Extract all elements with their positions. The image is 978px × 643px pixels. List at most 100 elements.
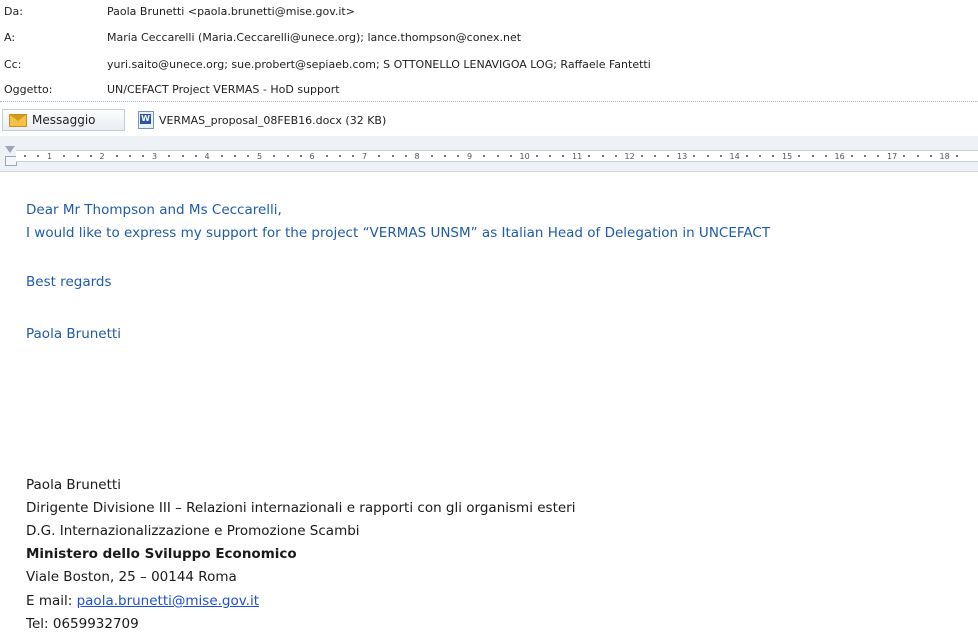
ruler-tick [549, 155, 551, 157]
ruler-tick [509, 155, 512, 157]
ruler-tick [142, 155, 144, 157]
subject-label: Oggetto: [4, 83, 53, 96]
ruler-tick [798, 155, 800, 157]
cc-row: Cc: yuri.saito@unece.org; sue.probert@se… [0, 55, 978, 75]
ruler-tick [286, 155, 289, 157]
ruler-tick [719, 155, 722, 157]
ruler-tick [824, 155, 827, 157]
ruler-tick [89, 155, 92, 157]
envelope-icon [9, 113, 27, 127]
ruler-tick [667, 155, 669, 157]
ruler-tick [378, 155, 380, 157]
ruler-number: 3 [152, 152, 158, 161]
ruler-number: 7 [362, 152, 368, 161]
ruler-tick [63, 155, 65, 157]
ruler-number: 15 [782, 152, 793, 161]
ruler-tick [181, 155, 184, 157]
indent-marker-icon[interactable] [5, 146, 17, 166]
ruler-tick [745, 155, 748, 157]
cc-value[interactable]: yuri.saito@unece.org; sue.probert@sepiae… [107, 58, 651, 71]
ruler-tick [654, 155, 656, 157]
ruler-tick [601, 155, 604, 157]
from-value[interactable]: Paola Brunetti <paola.brunetti@mise.gov.… [107, 5, 355, 18]
ruler-tick [457, 155, 459, 157]
ruler-tick [772, 155, 774, 157]
ruler-number: 4 [204, 152, 210, 161]
ruler-tick [325, 155, 328, 157]
ruler-number: 10 [519, 152, 530, 161]
ruler-tick [115, 155, 118, 157]
ruler-tick [562, 155, 564, 157]
email-label: E mail: [26, 593, 77, 609]
greeting-line: Dear Mr Thompson and Ms Ceccarelli, [26, 202, 282, 218]
attachment-label: VERMAS_proposal_08FEB16.docx (32 KB) [159, 113, 387, 127]
ruler-number: 5 [257, 152, 263, 161]
support-line: I would like to express my support for t… [26, 225, 771, 241]
signature-ministry: Ministero dello Sviluppo Economico [26, 546, 297, 562]
tab-message[interactable]: Messaggio [2, 109, 125, 131]
ruler-tick [76, 155, 79, 157]
ruler[interactable]: 1 2 3 4 5 6 7 8 9 10 11 12 13 14 15 16 17 18 [0, 136, 978, 172]
ruler-number: 1 [47, 152, 53, 161]
ruler-tick [864, 155, 866, 157]
ruler-number: 8 [414, 152, 420, 161]
subject-value: UN/CEFACT Project VERMAS - HoD support [107, 83, 340, 96]
ruler-tick [299, 155, 302, 157]
to-value[interactable]: Maria Ceccarelli (Maria.Ceccarelli@unece… [107, 31, 521, 44]
word-doc-icon: W [138, 111, 154, 129]
ruler-number: 18 [939, 152, 950, 161]
ruler-number: 14 [729, 152, 740, 161]
ruler-tick [234, 155, 236, 157]
ruler-tick [194, 155, 197, 157]
signature-dept: D.G. Internazionalizzazione e Promozione… [26, 523, 360, 539]
ruler-tick [430, 155, 433, 157]
signature-name: Paola Brunetti [26, 477, 121, 493]
ruler-tick [640, 155, 643, 157]
ruler-tick [706, 155, 709, 157]
signature-email-row: E mail: paola.brunetti@mise.gov.it [26, 593, 259, 609]
ruler-number: 6 [309, 152, 315, 161]
subject-row: Oggetto: UN/CEFACT Project VERMAS - HoD … [0, 80, 978, 100]
to-label: A: [4, 31, 16, 44]
ruler-tick [496, 155, 499, 157]
ruler-number: 11 [572, 152, 583, 161]
cc-label: Cc: [4, 58, 22, 71]
ruler-tick [168, 155, 170, 157]
closing-line: Best regards [26, 274, 112, 290]
ruler-tick [877, 155, 879, 157]
ruler-tick [614, 155, 617, 157]
ruler-number: 16 [834, 152, 845, 161]
message-tabs: Messaggio W VERMAS_proposal_08FEB16.docx… [0, 104, 978, 132]
ruler-number: 17 [887, 152, 898, 161]
signature-title: Dirigente Divisione III – Relazioni inte… [26, 500, 576, 516]
ruler-number: 13 [677, 152, 688, 161]
ruler-tick [247, 155, 249, 157]
ruler-tick [444, 155, 446, 157]
ruler-tick [37, 155, 39, 157]
message-header: Da: Paola Brunetti <paola.brunetti@mise.… [0, 0, 978, 106]
ruler-tick [273, 155, 275, 157]
signature-tel: Tel: 0659932709 [26, 616, 139, 632]
ruler-tick [352, 155, 354, 157]
tab-message-label: Messaggio [32, 113, 96, 127]
to-row: A: Maria Ceccarelli (Maria.Ceccarelli@un… [0, 28, 978, 48]
ruler-tick [588, 155, 590, 157]
ruler-tick [535, 155, 538, 157]
ruler-number: 9 [467, 152, 473, 161]
ruler-number: 12 [624, 152, 635, 161]
ruler-number: 2 [99, 152, 105, 161]
from-row: Da: Paola Brunetti <paola.brunetti@mise.… [0, 2, 978, 22]
email-link[interactable]: paola.brunetti@mise.gov.it [77, 593, 259, 609]
ruler-tick [483, 155, 485, 157]
ruler-tick [929, 155, 932, 157]
ruler-tick [693, 155, 695, 157]
ruler-tick [811, 155, 814, 157]
attachment-item[interactable]: W VERMAS_proposal_08FEB16.docx (32 KB) [138, 110, 386, 130]
ruler-tick [759, 155, 761, 157]
ruler-tick [391, 155, 394, 157]
ruler-tick [129, 155, 131, 157]
ruler-tick [404, 155, 407, 157]
signoff-line: Paola Brunetti [26, 326, 121, 342]
ruler-tick [955, 155, 958, 157]
ruler-tick [339, 155, 341, 157]
